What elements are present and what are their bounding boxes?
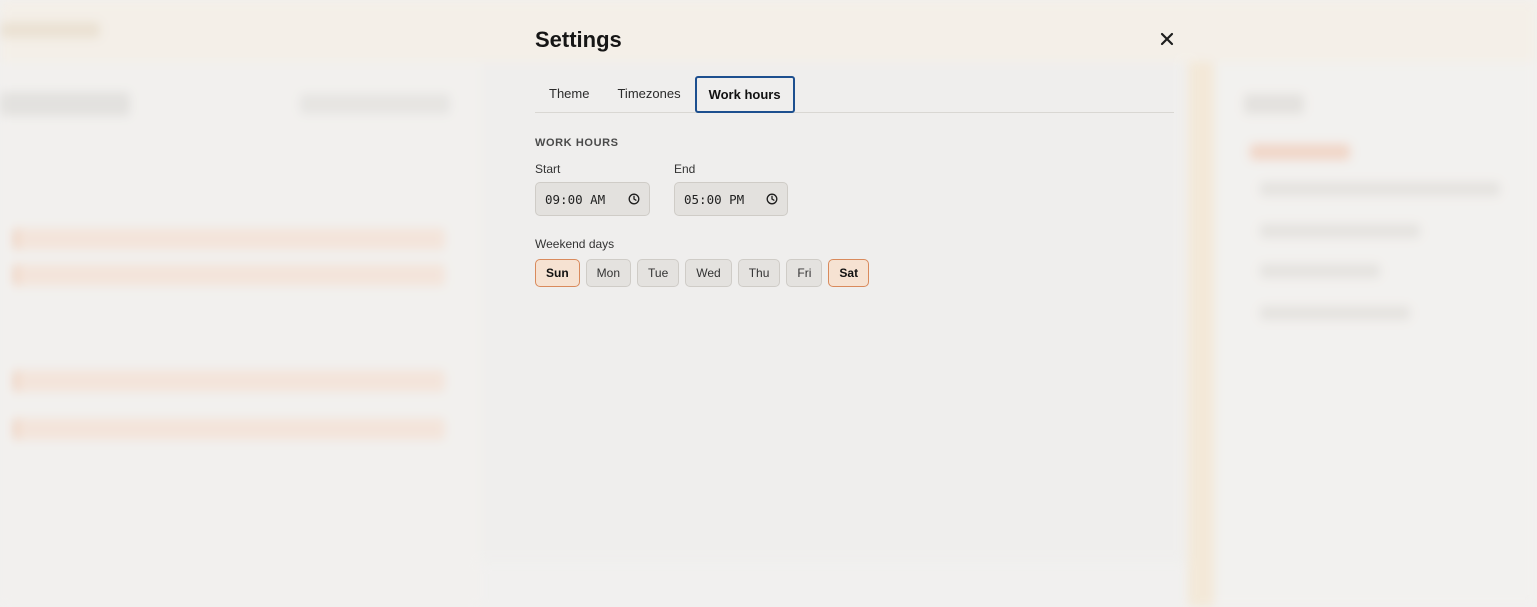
start-label: Start — [535, 162, 561, 176]
end-time-value: 05:00 PM — [684, 191, 745, 207]
background-left-panel — [0, 62, 480, 607]
work-hours-heading: WORK HOURS — [535, 137, 619, 149]
start-time-input[interactable]: 09:00 AM — [535, 182, 650, 216]
background-right-panel — [1214, 62, 1537, 607]
background-event — [14, 370, 445, 392]
background-event — [14, 228, 445, 250]
day-toggle-fri[interactable]: Fri — [786, 259, 823, 287]
start-time-value: 09:00 AM — [545, 191, 606, 207]
day-toggle-mon[interactable]: Mon — [585, 259, 632, 287]
background-event — [14, 264, 445, 286]
background-event — [14, 418, 445, 440]
modal-title: Settings — [535, 27, 622, 52]
day-toggle-tue[interactable]: Tue — [637, 259, 680, 287]
clock-icon[interactable] — [766, 193, 778, 205]
background-right-item — [1260, 182, 1500, 196]
background-toolbar — [0, 92, 130, 116]
background-right-highlight — [1250, 144, 1350, 160]
background-right-title — [1244, 94, 1304, 114]
clock-icon[interactable] — [628, 193, 640, 205]
day-toggle-wed[interactable]: Wed — [685, 259, 732, 287]
end-time-input[interactable]: 05:00 PM — [674, 182, 788, 216]
tab-work-hours[interactable]: Work hours — [694, 76, 795, 113]
settings-tabs: Theme Timezones Work hours — [535, 76, 1174, 113]
weekend-days-label: Weekend days — [535, 237, 615, 251]
end-label: End — [674, 162, 696, 176]
background-right-item — [1260, 224, 1420, 238]
close-icon — [1160, 32, 1174, 51]
close-button[interactable] — [1156, 30, 1178, 52]
weekend-day-toggles: Sun Mon Tue Wed Thu Fri Sat — [535, 259, 870, 287]
background-logo — [0, 22, 100, 38]
day-toggle-sun[interactable]: Sun — [535, 259, 580, 287]
day-toggle-sat[interactable]: Sat — [828, 259, 870, 287]
tab-theme[interactable]: Theme — [535, 76, 603, 111]
background-right-item — [1260, 306, 1410, 320]
day-toggle-thu[interactable]: Thu — [737, 259, 781, 287]
background-toolbar-controls — [300, 94, 450, 114]
settings-modal: Settings Theme Timezones Work hours WORK… — [500, 0, 1210, 607]
tab-timezones[interactable]: Timezones — [603, 76, 694, 111]
background-right-item — [1260, 264, 1380, 278]
